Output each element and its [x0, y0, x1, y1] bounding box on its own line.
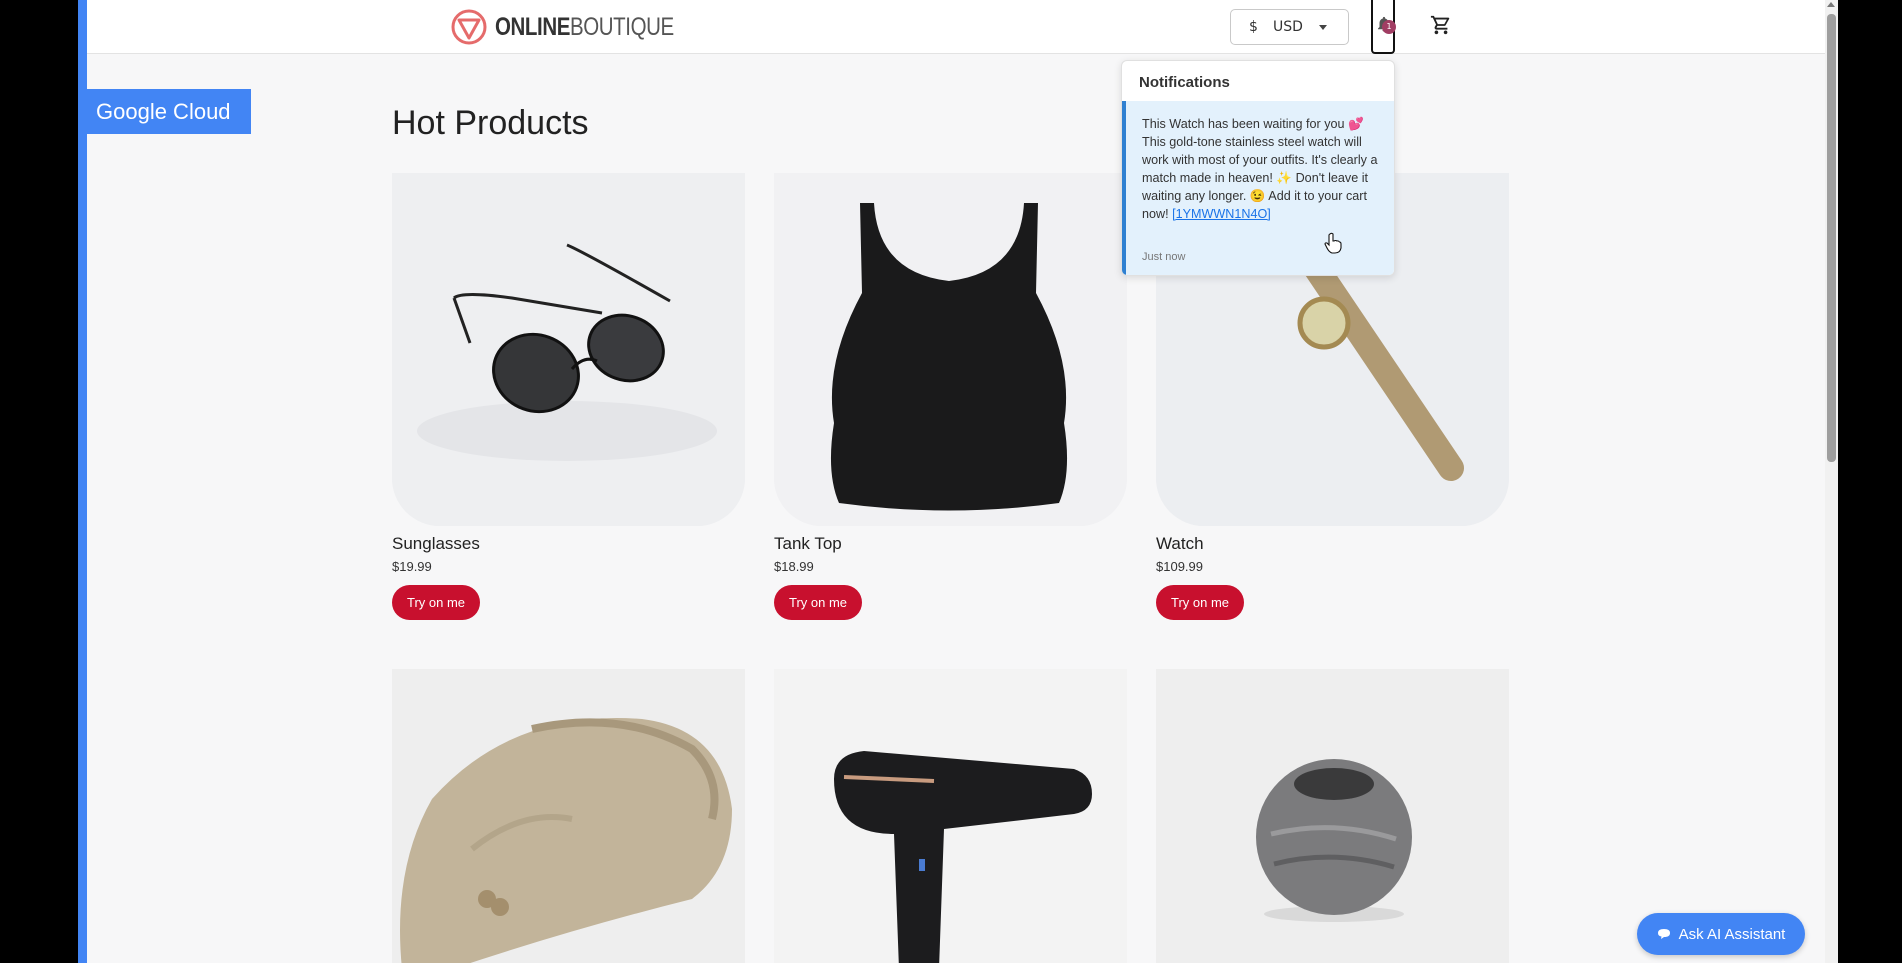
scroll-up-arrow-icon[interactable] [1827, 2, 1835, 7]
notifications-button[interactable]: 1 [1371, 0, 1396, 54]
site-logo[interactable]: ONLINEBOUTIQUE [451, 8, 713, 46]
notification-time: Just now [1142, 251, 1186, 263]
product-price: $18.99 [774, 559, 814, 574]
google-cloud-badge: Google Cloud [87, 89, 251, 134]
product-card[interactable] [392, 669, 745, 963]
notification-count-badge: 1 [1382, 20, 1396, 34]
try-on-button[interactable]: Try on me [1156, 585, 1245, 620]
currency-code: USD [1273, 19, 1303, 35]
product-card[interactable]: Tank Top $18.99 Try on me [774, 173, 1127, 620]
notification-message: This Watch has been waiting for you 💕 Th… [1142, 115, 1382, 223]
ai-assistant-label: Ask AI Assistant [1678, 925, 1786, 943]
product-image[interactable] [392, 173, 745, 526]
chat-bubble-icon [1657, 929, 1670, 939]
product-name[interactable]: Sunglasses [392, 534, 480, 554]
right-frame [1838, 0, 1902, 963]
product-image[interactable] [1156, 669, 1509, 963]
product-image[interactable] [774, 173, 1127, 526]
notification-code-link[interactable]: [1YMWWN1N4O] [1172, 207, 1271, 221]
logo-text: ONLINEBOUTIQUE [495, 12, 674, 41]
hand-cursor-icon [1324, 232, 1342, 254]
site-header [87, 0, 1825, 54]
notifications-title: Notifications [1139, 74, 1230, 91]
product-card[interactable] [1156, 669, 1509, 963]
notifications-panel: Notifications This Watch has been waitin… [1121, 60, 1395, 276]
product-price: $109.99 [1156, 559, 1203, 574]
notification-item[interactable]: This Watch has been waiting for you 💕 Th… [1122, 101, 1394, 275]
cart-icon[interactable] [1430, 14, 1452, 36]
tank-top-icon [774, 173, 1127, 526]
product-image[interactable] [774, 669, 1127, 963]
notification-text: This Watch has been waiting for you 💕 Th… [1142, 117, 1378, 221]
sunglasses-icon [392, 173, 745, 526]
product-card[interactable] [774, 669, 1127, 963]
page-title: Hot Products [392, 104, 589, 142]
try-on-button[interactable]: Try on me [392, 585, 481, 620]
product-card[interactable]: Sunglasses $19.99 Try on me [392, 173, 745, 620]
product-price: $19.99 [392, 559, 432, 574]
boutique-logo-icon [451, 9, 487, 45]
ask-ai-assistant-button[interactable]: Ask AI Assistant [1637, 913, 1805, 955]
product-name[interactable]: Watch [1156, 534, 1204, 554]
try-on-button[interactable]: Try on me [774, 585, 863, 620]
currency-selector[interactable]: $ USD [1230, 9, 1349, 45]
chevron-down-icon [1319, 25, 1327, 30]
left-accent-strip [78, 0, 87, 963]
hairdryer-icon [774, 669, 1127, 963]
product-image[interactable] [392, 669, 745, 963]
loafers-icon [392, 669, 745, 963]
candle-holder-icon [1156, 669, 1509, 963]
scrollbar-thumb[interactable] [1827, 14, 1836, 462]
product-name[interactable]: Tank Top [774, 534, 842, 554]
currency-symbol: $ [1249, 19, 1258, 35]
